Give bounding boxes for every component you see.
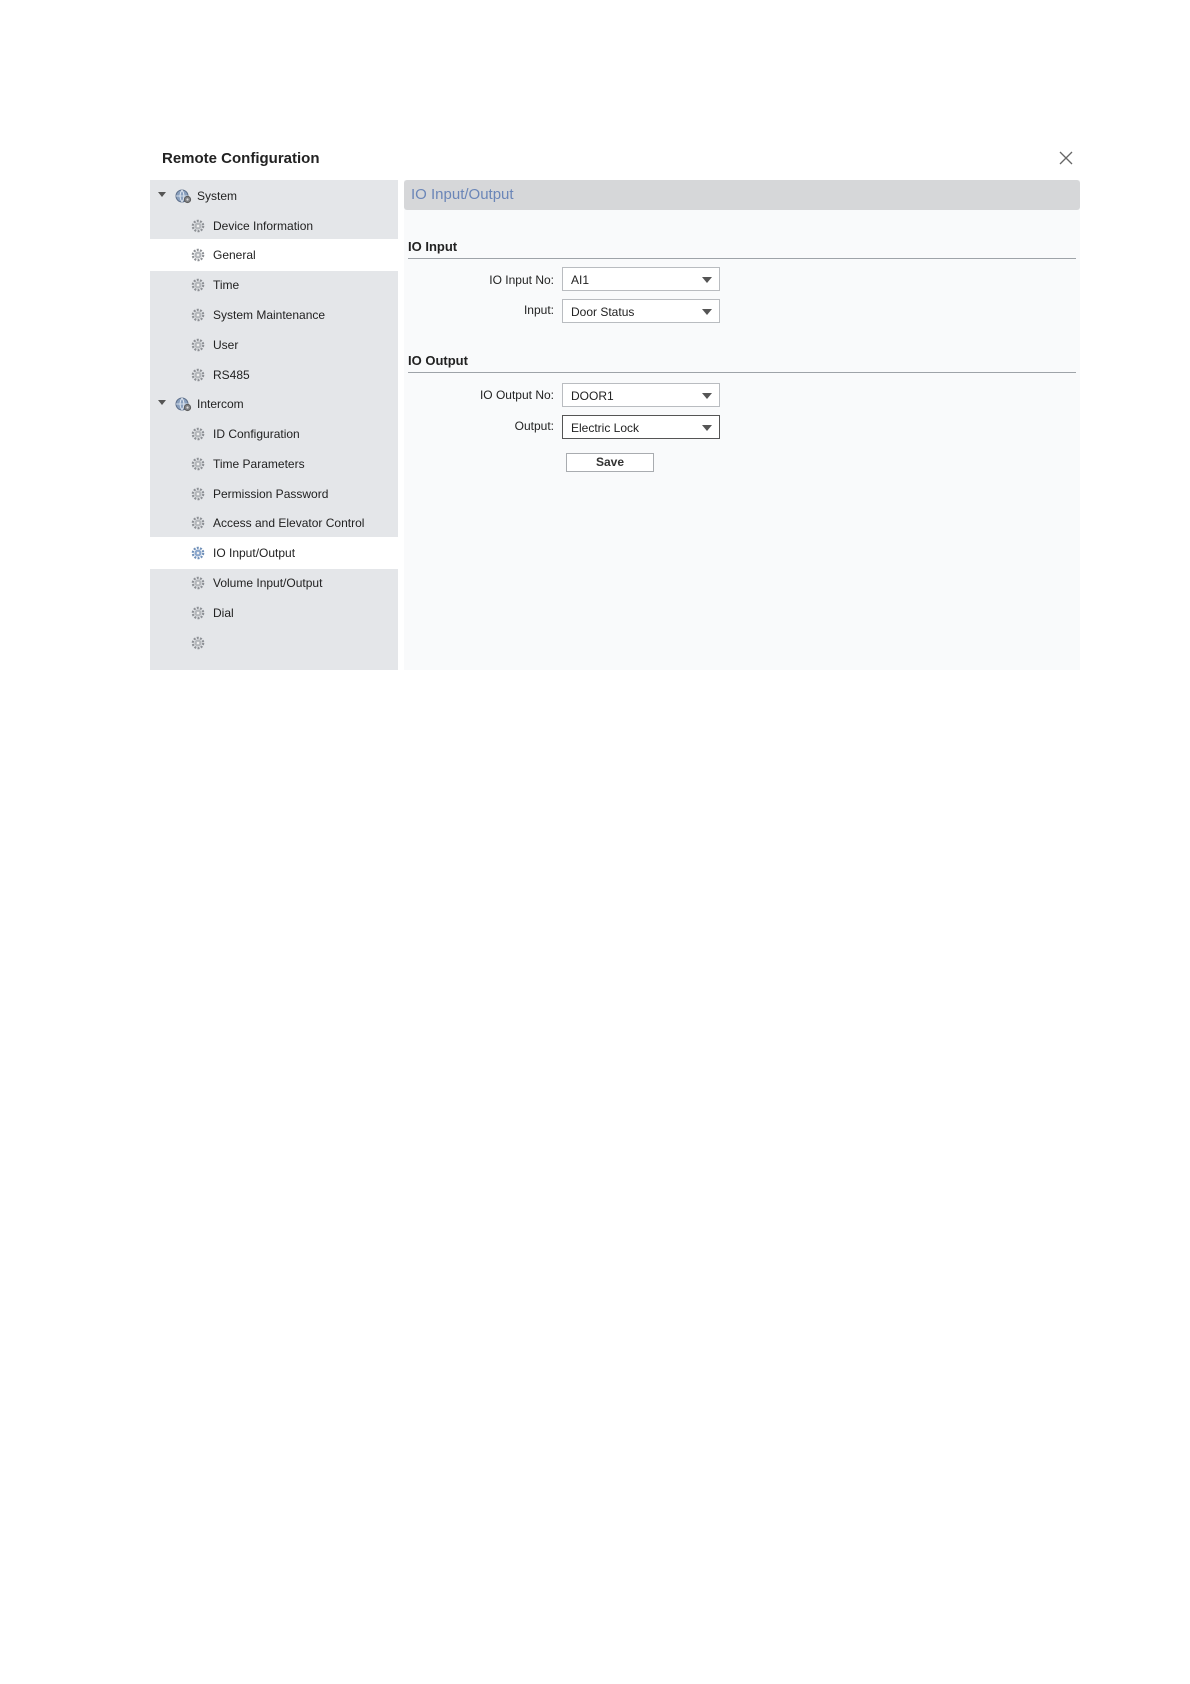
gear-icon: [191, 338, 205, 352]
tree-group-system[interactable]: System: [150, 180, 398, 212]
close-icon[interactable]: [1058, 150, 1074, 166]
gear-icon: [191, 457, 205, 471]
tree-group-intercom[interactable]: Intercom: [150, 388, 398, 420]
io-output-section-title: IO Output: [408, 353, 468, 368]
gear-icon: [191, 606, 205, 620]
content-header-title: IO Input/Output: [411, 186, 514, 203]
expand-caret-icon[interactable]: [158, 192, 166, 197]
sidebar-item-access-elevator-control[interactable]: Access and Elevator Control: [150, 507, 398, 539]
globe-gear-icon: [175, 396, 192, 412]
remote-configuration-dialog: Remote Configuration System Device Infor…: [150, 140, 1080, 670]
select-value: Door Status: [571, 305, 635, 319]
sidebar-item-label: Time: [213, 278, 240, 292]
gear-icon: [191, 576, 205, 590]
sidebar-item-time[interactable]: Time: [150, 269, 398, 301]
sidebar-item-device-information[interactable]: Device Information: [150, 210, 398, 242]
io-input-no-select[interactable]: AI1: [562, 267, 720, 291]
sidebar-item-time-parameters[interactable]: Time Parameters: [150, 448, 398, 480]
gear-icon: [191, 308, 205, 322]
gear-icon: [191, 546, 205, 560]
sidebar-item-label: Volume Input/Output: [213, 576, 323, 590]
input-label: Input:: [523, 303, 554, 317]
sidebar-item-permission-password[interactable]: Permission Password: [150, 478, 398, 510]
dropdown-arrow-icon[interactable]: [702, 309, 712, 315]
sidebar-item-label: ID Configuration: [213, 427, 300, 441]
sidebar-item-label: RS485: [213, 368, 250, 382]
sidebar-item-id-configuration[interactable]: ID Configuration: [150, 418, 398, 450]
globe-gear-icon: [175, 188, 192, 204]
gear-icon: [191, 278, 205, 292]
dialog-title: Remote Configuration: [162, 150, 320, 167]
sidebar-item-io-input-output[interactable]: IO Input/Output: [150, 537, 398, 569]
sidebar-item-label: User: [213, 338, 239, 352]
sidebar-item-label: Access and Elevator Control: [213, 516, 365, 530]
select-value: DOOR1: [571, 389, 614, 403]
select-value: AI1: [571, 273, 590, 287]
select-value: Electric Lock: [571, 421, 640, 435]
gear-icon: [191, 636, 205, 650]
gear-icon: [191, 219, 205, 233]
gear-icon: [191, 487, 205, 501]
sidebar-item-label: Dial: [213, 606, 234, 620]
sidebar-item-system-maintenance[interactable]: System Maintenance: [150, 299, 398, 331]
content-panel: IO Input/Output IO Input IO Input No: AI…: [404, 180, 1080, 670]
io-output-no-select[interactable]: DOOR1: [562, 383, 720, 407]
gear-icon: [191, 248, 205, 262]
sidebar-item-dial[interactable]: Dial: [150, 597, 398, 629]
gear-icon: [191, 427, 205, 441]
output-select[interactable]: Electric Lock: [562, 415, 720, 439]
sidebar-item-label: IO Input/Output: [213, 546, 296, 560]
sidebar-item-partial[interactable]: [150, 627, 398, 659]
config-tree-sidebar: System Device Information General Time S…: [150, 180, 398, 670]
io-input-section-title: IO Input: [408, 239, 458, 254]
dropdown-arrow-icon[interactable]: [702, 393, 712, 399]
section-divider: [408, 372, 1076, 373]
input-select[interactable]: Door Status: [562, 299, 720, 323]
dropdown-arrow-icon[interactable]: [702, 277, 712, 283]
tree-group-label: Intercom: [197, 397, 244, 411]
expand-caret-icon[interactable]: [158, 400, 166, 405]
section-divider: [408, 258, 1076, 259]
content-header: IO Input/Output: [404, 180, 1080, 210]
sidebar-item-label: System Maintenance: [213, 308, 326, 322]
tree-group-label: System: [197, 189, 238, 203]
dropdown-arrow-icon[interactable]: [702, 425, 712, 431]
output-label: Output:: [514, 419, 554, 433]
sidebar-item-label: Device Information: [213, 219, 314, 233]
gear-icon: [191, 368, 205, 382]
save-button[interactable]: Save: [566, 453, 654, 472]
sidebar-item-volume-input-output[interactable]: Volume Input/Output: [150, 567, 398, 599]
sidebar-item-label: Permission Password: [213, 487, 329, 501]
sidebar-item-label: General: [213, 248, 256, 262]
gear-icon: [191, 516, 205, 530]
sidebar-item-label: Time Parameters: [213, 457, 305, 471]
io-input-no-label: IO Input No:: [489, 273, 554, 287]
sidebar-item-general[interactable]: General: [150, 239, 398, 271]
sidebar-item-user[interactable]: User: [150, 329, 398, 361]
sidebar-item-rs485[interactable]: RS485: [150, 359, 398, 391]
io-output-no-label: IO Output No:: [479, 388, 554, 402]
